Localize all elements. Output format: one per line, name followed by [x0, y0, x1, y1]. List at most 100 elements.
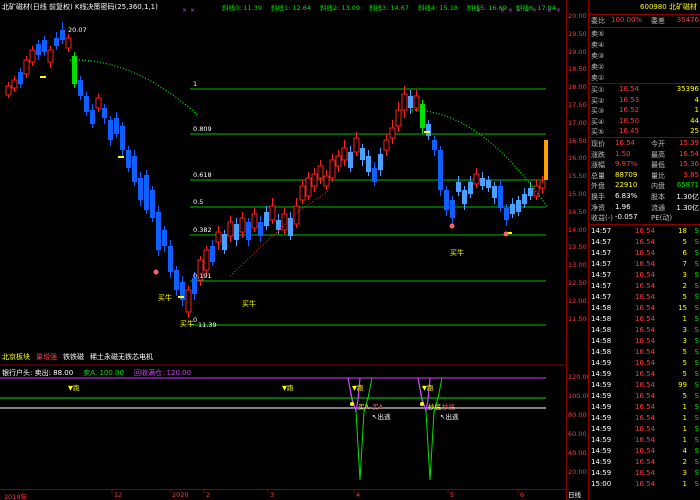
candle-body-10	[65, 37, 72, 49]
stat-value: 16.54	[615, 139, 636, 147]
tick-side: S	[694, 414, 699, 422]
tick-volume: 18	[678, 227, 687, 235]
tick-time: 14:59	[591, 436, 612, 444]
candle-body-34	[210, 246, 215, 262]
sell-level-5[interactable]: 卖⑤	[591, 29, 699, 39]
candle-body-58	[353, 137, 360, 153]
candle-body-24	[150, 190, 155, 218]
tick-volume: 3	[682, 469, 687, 477]
trend-curve-left	[69, 59, 199, 116]
candle-body-64	[389, 127, 396, 139]
tick-volume: 5	[682, 348, 687, 356]
tick-side: S	[694, 304, 699, 312]
sector-item-3[interactable]: 稀土永磁无铁芯电机	[90, 353, 153, 361]
tick-volume: 3	[682, 326, 687, 334]
candle-body-60	[366, 156, 371, 172]
tick-row: 14:57 16.54 6 S	[591, 249, 699, 259]
candle-body-89	[539, 181, 546, 189]
ind-dip-green-1	[347, 377, 373, 481]
candle-body-4	[29, 49, 36, 63]
price-tick-2: 19.00	[568, 47, 587, 56]
ind-tick-4: 40.00	[568, 449, 587, 457]
tick-price: 16.54	[635, 480, 656, 488]
run-tag-1: ▼跑	[282, 384, 294, 392]
tick-time: 14:57	[591, 282, 612, 290]
tick-row: 14:57 16.54 5 S	[591, 238, 699, 248]
chart-canvas[interactable]: × × × × × × × × × ×	[0, 0, 566, 500]
candle-body-50	[305, 177, 312, 197]
buy-level-2[interactable]: 买② 16.53 4	[591, 96, 699, 106]
tick-row: 14:57 16.54 7 S	[591, 260, 699, 270]
period-label[interactable]: 日线	[568, 489, 581, 499]
buy-level-1[interactable]: 买① 16.54 35396	[591, 85, 699, 95]
candle-body-17	[108, 120, 113, 140]
candle-body-82	[498, 186, 503, 208]
buy-label: 买①	[591, 86, 605, 94]
ind-tick-5: 20.00	[568, 468, 587, 476]
candle-body-41	[251, 213, 258, 229]
stat-value: 15.36	[678, 160, 699, 169]
divider	[589, 27, 700, 28]
tick-side: S	[694, 271, 699, 279]
price-tick-8: 16.00	[568, 154, 587, 163]
tick-price: 16.54	[635, 392, 656, 400]
tick-volume: 5	[682, 238, 687, 246]
tick-price: 16.54	[635, 425, 656, 433]
candle-body-21	[132, 156, 137, 182]
candle-body-83	[504, 208, 509, 220]
fib-value-4: 斜线4: 15.18	[418, 4, 458, 12]
stat-value: 3.85	[683, 170, 699, 179]
buy-level-3[interactable]: 买③ 16.52 1	[591, 106, 699, 116]
stat-value: 1.96	[615, 202, 631, 211]
candle-body-46	[281, 213, 288, 231]
tick-time: 14:59	[591, 359, 612, 367]
candle-body-28	[174, 270, 179, 290]
tick-side: S	[694, 370, 699, 378]
sell-level-4[interactable]: 卖④	[591, 40, 699, 50]
sector-item-0[interactable]: 北京板块	[2, 353, 30, 361]
buy-level-5[interactable]: 买⑤ 16.45 25	[591, 127, 699, 137]
fib-value-2: 斜线2: 13.09	[320, 4, 360, 12]
buy-level-4[interactable]: 买④ 16.50 44	[591, 117, 699, 127]
kline-chart-area[interactable]: × × × × × × × × × × 北矿磁材(日线 前复权) K线决策密码(25,360,1,…	[0, 0, 566, 500]
tick-side: S	[694, 469, 699, 477]
candle-body-86	[522, 194, 527, 204]
fib-value-0: 斜线0: 11.39	[222, 4, 262, 12]
sector-item-1[interactable]: 量增强	[36, 353, 57, 361]
stat-row-4: 外盘 22910 内盘 65871	[591, 181, 699, 191]
tick-volume: 1	[682, 315, 687, 323]
candle-body-52	[317, 165, 324, 179]
tick-row: 14:59 16.54 1 S	[591, 425, 699, 435]
sector-item-2[interactable]: 铁铁磁	[63, 353, 84, 361]
sell-level-3[interactable]: 卖③	[591, 51, 699, 61]
candle-body-56	[341, 147, 348, 161]
stat-row-0: 现价 16.54 今开 15.39	[591, 139, 699, 149]
run-tag-2: ▼跑	[352, 384, 364, 392]
buy-a-tag-1: 买A	[372, 403, 383, 411]
candle-body-57	[348, 152, 353, 168]
tick-side: S	[694, 249, 699, 257]
stat-row-7: 收益(-) -0.057 PE(动)	[591, 213, 699, 223]
tick-row: 14:57 16.54 18 S	[591, 227, 699, 237]
sell-level-2[interactable]: 卖②	[591, 62, 699, 72]
stat-label: 涨跌	[591, 150, 605, 159]
tick-time: 14:58	[591, 348, 612, 356]
out-tag-1: ↖出逃	[440, 413, 459, 421]
tick-row: 14:59 16.54 1 S	[591, 436, 699, 446]
price-tick-13: 13.50	[568, 243, 587, 252]
sell-level-1[interactable]: 卖①	[591, 73, 699, 83]
sell-label: 卖④	[591, 41, 605, 49]
tick-price: 16.54	[635, 260, 656, 268]
indicator-header: 银行户头: 卖出: 88.00 卖A: 100.00 回收满仓: 120.00	[2, 368, 201, 378]
stat-label: 换手	[591, 193, 605, 201]
tick-price: 16.54	[635, 304, 656, 312]
buy-price: 16.53	[619, 95, 640, 104]
stat-label: 最高	[651, 150, 665, 159]
candle-body-36	[222, 234, 227, 250]
tick-time: 15:00	[591, 480, 612, 488]
price-tick-5: 17.50	[568, 101, 587, 109]
buy-price: 16.54	[619, 85, 640, 93]
buy-tag-2: 买牛	[242, 300, 256, 308]
tick-volume: 1	[682, 414, 687, 422]
candle-body-65	[395, 109, 402, 127]
